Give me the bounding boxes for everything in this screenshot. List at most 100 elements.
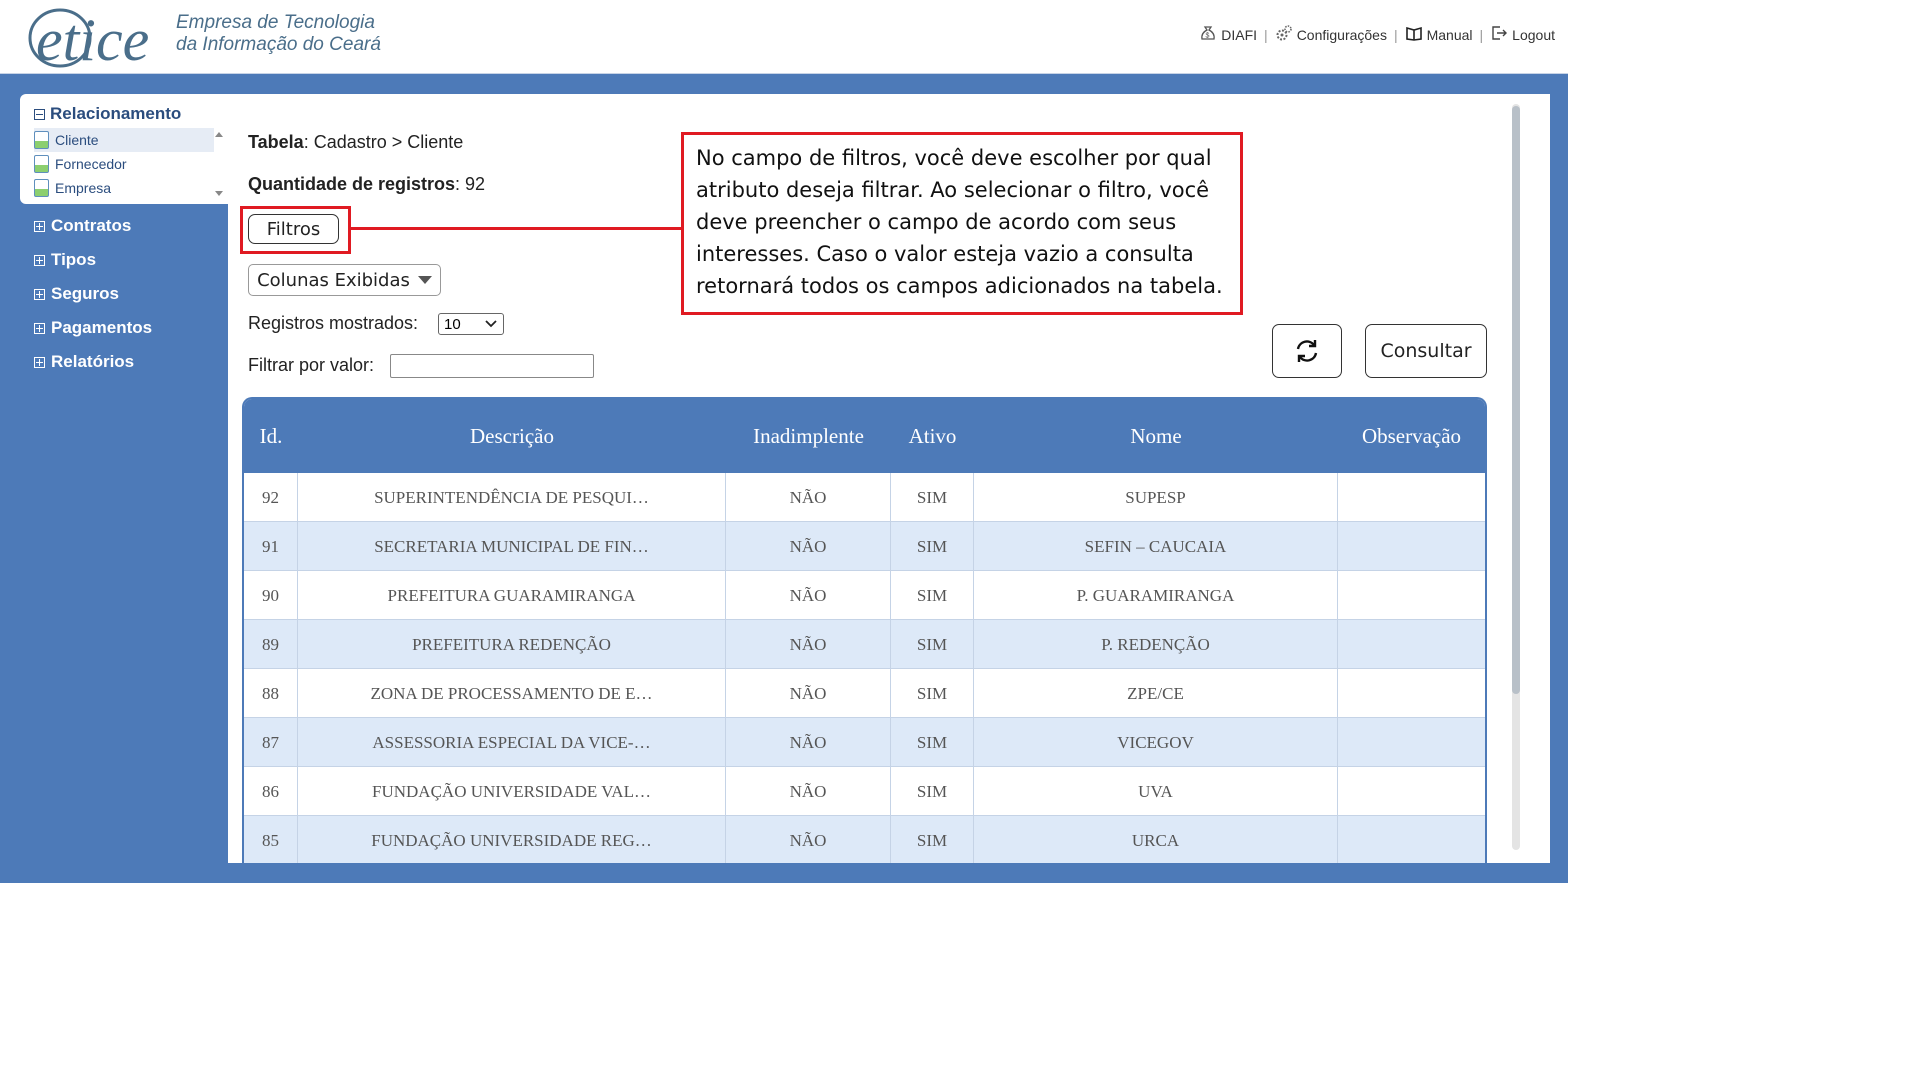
table-row[interactable]: 90 PREFEITURA GUARAMIRANGA NÃO SIM P. GUARAM… <box>244 571 1485 620</box>
sidebar-group-tipos[interactable]: Tipos <box>34 250 96 270</box>
sidebar-item-cliente[interactable]: Cliente <box>34 128 214 152</box>
clientes-table: Id. Descrição Inadimplente Ativo Nome Ob… <box>242 397 1487 863</box>
sidebar-group-contratos[interactable]: Contratos <box>34 216 131 236</box>
scroll-up-arrow-icon[interactable] <box>215 132 223 137</box>
consultar-button[interactable]: Consultar <box>1365 324 1487 378</box>
cell-id: 88 <box>244 669 298 718</box>
content-scrollbar[interactable] <box>1508 104 1522 850</box>
cell-nome: URCA <box>974 816 1338 863</box>
document-icon <box>34 131 49 149</box>
cell-inadimplente: NÃO <box>726 767 891 816</box>
table-header: Id. Descrição Inadimplente Ativo Nome Ob… <box>244 399 1485 473</box>
quantidade-value: : 92 <box>455 174 486 194</box>
table-row[interactable]: 89 PREFEITURA REDENÇÃO NÃO SIM P. REDENÇÃO <box>244 620 1485 669</box>
registros-select-value: 10 <box>444 315 461 333</box>
cell-descricao: ZONA DE PROCESSAMENTO DE E… <box>298 669 726 718</box>
table-row[interactable]: 91 SECRETARIA MUNICIPAL DE FIN… NÃO SIM SEFI… <box>244 522 1485 571</box>
cell-nome: VICEGOV <box>974 718 1338 767</box>
manual-label: Manual <box>1426 26 1473 43</box>
cell-observacao <box>1338 816 1485 863</box>
cell-nome: UVA <box>974 767 1338 816</box>
filtrar-valor-input[interactable] <box>390 354 594 378</box>
table-body: 92 SUPERINTENDÊNCIA DE PESQUI… NÃO SIM SUPES… <box>244 473 1485 863</box>
cell-descricao: SECRETARIA MUNICIPAL DE FIN… <box>298 522 726 571</box>
cell-nome: SUPESP <box>974 473 1338 522</box>
filtros-button[interactable]: Filtros <box>248 214 339 244</box>
document-icon <box>34 179 49 197</box>
group-title-label: Tipos <box>51 250 97 269</box>
cell-ativo: SIM <box>891 718 974 767</box>
group-title-label: Contratos <box>51 216 132 235</box>
cell-descricao: PREFEITURA REDENÇÃO <box>298 620 726 669</box>
svg-text:etice: etice <box>36 7 149 70</box>
main-content: Tabela: Cadastro > Cliente Quantidade de… <box>228 94 1550 863</box>
registros-select[interactable]: 10 <box>438 313 504 335</box>
top-links: $ DIAFI | Configurações | Manual | Logou… <box>1192 24 1562 45</box>
sidebar-item-empresa[interactable]: Empresa <box>34 176 214 200</box>
table-row[interactable]: 88 ZONA DE PROCESSAMENTO DE E… NÃO SIM ZPE/C… <box>244 669 1485 718</box>
cell-inadimplente: NÃO <box>726 522 891 571</box>
table-row[interactable]: 85 FUNDAÇÃO UNIVERSIDADE REG… NÃO SIM URCA <box>244 816 1485 863</box>
column-header-observacao[interactable]: Observação <box>1338 399 1485 473</box>
cell-ativo: SIM <box>891 473 974 522</box>
cell-descricao: ASSESSORIA ESPECIAL DA VICE-… <box>298 718 726 767</box>
sidebar-group-title-relacionamento[interactable]: Relacionamento <box>34 104 181 124</box>
cell-observacao <box>1338 718 1485 767</box>
table-row[interactable]: 92 SUPERINTENDÊNCIA DE PESQUI… NÃO SIM SUPES… <box>244 473 1485 522</box>
chevron-down-icon <box>485 320 497 328</box>
tabela-value: : Cadastro > Cliente <box>303 132 464 152</box>
refresh-button[interactable] <box>1272 324 1342 378</box>
cell-descricao: FUNDAÇÃO UNIVERSIDADE VAL… <box>298 767 726 816</box>
cell-id: 92 <box>244 473 298 522</box>
cell-observacao <box>1338 571 1485 620</box>
column-header-nome[interactable]: Nome <box>974 399 1338 473</box>
logout-link[interactable]: Logout <box>1483 24 1562 45</box>
expand-icon <box>34 220 45 232</box>
config-link[interactable]: Configurações <box>1268 24 1394 45</box>
app-frame: Relacionamento Cliente Fornecedor Empres… <box>0 74 1568 883</box>
column-header-inadimplente[interactable]: Inadimplente <box>726 399 891 473</box>
cell-inadimplente: NÃO <box>726 620 891 669</box>
manual-link[interactable]: Manual <box>1398 24 1480 45</box>
document-icon <box>34 155 49 173</box>
column-header-ativo[interactable]: Ativo <box>891 399 974 473</box>
sidebar-group-relacionamento: Relacionamento Cliente Fornecedor Empres… <box>20 94 228 204</box>
table-row[interactable]: 87 ASSESSORIA ESPECIAL DA VICE-… NÃO SIM VIC… <box>244 718 1485 767</box>
book-icon <box>1405 24 1423 45</box>
scrollbar-thumb[interactable] <box>1512 106 1520 694</box>
tabela-label: Tabela <box>248 132 304 152</box>
cell-descricao: FUNDAÇÃO UNIVERSIDADE REG… <box>298 816 726 863</box>
cell-observacao <box>1338 767 1485 816</box>
sidebar-group-seguros[interactable]: Seguros <box>34 284 119 304</box>
cell-ativo: SIM <box>891 767 974 816</box>
column-header-id[interactable]: Id. <box>244 399 298 473</box>
diafi-link[interactable]: $ DIAFI <box>1192 24 1264 45</box>
cell-id: 91 <box>244 522 298 571</box>
colunas-exibidas-button[interactable]: Colunas Exibidas <box>248 264 441 296</box>
filtrar-label: Filtrar por valor: <box>248 355 375 375</box>
sidebar-list-scrollbar[interactable] <box>212 130 226 200</box>
cell-inadimplente: NÃO <box>726 473 891 522</box>
logo-line-1: Empresa de Tecnologia <box>176 12 375 33</box>
table-row[interactable]: 86 FUNDAÇÃO UNIVERSIDADE VAL… NÃO SIM UVA <box>244 767 1485 816</box>
sidebar-group-pagamentos[interactable]: Pagamentos <box>34 318 152 338</box>
cell-inadimplente: NÃO <box>726 816 891 863</box>
group-title-label: Relatórios <box>51 352 135 371</box>
scroll-down-arrow-icon[interactable] <box>215 191 223 196</box>
column-header-descricao[interactable]: Descrição <box>298 399 726 473</box>
callout-connector-line <box>351 227 683 230</box>
cell-ativo: SIM <box>891 816 974 863</box>
quantidade-line: Quantidade de registros: 92 <box>248 174 485 195</box>
sidebar-group-relatorios[interactable]: Relatórios <box>34 352 134 372</box>
logout-icon <box>1490 24 1508 45</box>
cell-observacao <box>1338 620 1485 669</box>
cell-descricao: PREFEITURA GUARAMIRANGA <box>298 571 726 620</box>
cell-nome: SEFIN – CAUCAIA <box>974 522 1338 571</box>
callout-text: No campo de filtros, você deve escolher … <box>696 146 1223 298</box>
sidebar-item-fornecedor[interactable]: Fornecedor <box>34 152 214 176</box>
etice-logo: etice Empresa de Tecnologia da Informaçã… <box>26 2 396 73</box>
logo-line-2: da Informação do Ceará <box>176 34 381 55</box>
group-title-label: Seguros <box>51 284 120 303</box>
cell-nome: P. REDENÇÃO <box>974 620 1338 669</box>
cell-id: 86 <box>244 767 298 816</box>
